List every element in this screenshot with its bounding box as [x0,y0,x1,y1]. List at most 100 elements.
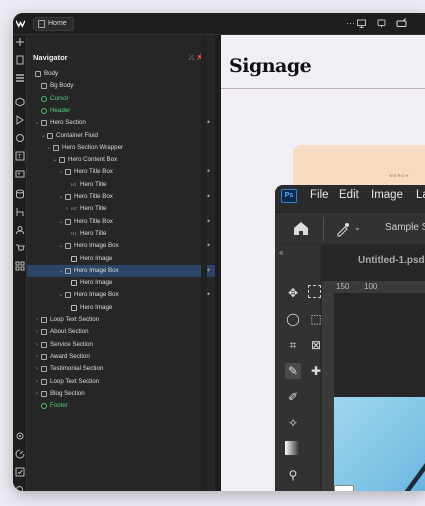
cms-icon[interactable] [15,189,25,199]
search-icon[interactable] [15,485,25,491]
navigator-row[interactable]: › Service Section [27,339,215,351]
assets-icon[interactable] [15,169,25,179]
div-block-icon [47,132,53,139]
chevron-down-icon[interactable]: ⌄ [46,142,52,154]
navigator-row[interactable]: › Testimonial Section [27,363,215,375]
photoshop-window-image: Ps File Edit Image Lay ⌄ Sample Siz « ✥ … [275,185,425,491]
mobile-landscape-icon[interactable] [396,18,407,29]
navigator-row[interactable]: ⌄ Hero Image Box ✦ [27,264,215,277]
apps-icon[interactable] [15,261,25,271]
chevron-right-icon[interactable]: › [34,314,40,326]
design-canvas[interactable]: Signage · MERCH · Ps File Edit Image Lay… [221,35,425,491]
chevron-down-icon[interactable]: ⌄ [52,154,58,166]
chevron-right-icon[interactable]: › [34,388,40,400]
navigator-row-label: Loop Text Section [50,316,100,323]
div-block-icon [41,378,47,385]
chevron-down-icon[interactable]: ⌄ [58,265,64,277]
checklist-icon[interactable] [15,467,25,477]
navigator-row[interactable]: ⌄ Hero Section ✦ [27,117,215,129]
navigator-icon[interactable] [15,73,25,83]
navigator-row[interactable]: ⌄ Hero Title Box ✦ [27,216,215,228]
navigator-row[interactable]: › Loop Text Section [27,314,215,326]
div-block-icon [41,390,47,397]
navigator-row[interactable]: Hero Image [27,302,215,314]
div-block-icon [41,366,47,373]
zoom-tool-icon: ⚲ [288,468,298,482]
navigator-row[interactable]: ⌄ Container Fluid [27,130,215,142]
ecommerce-icon[interactable] [15,243,25,253]
navigator-row[interactable]: ⌄ Hero Title Box ✦ [27,191,215,203]
navigator-scrollbar[interactable] [201,35,207,491]
desktop-icon[interactable] [356,18,367,29]
navigator-row[interactable]: › Award Section [27,351,215,363]
styles-icon[interactable] [15,133,25,143]
ps-menu-file: File [310,189,329,201]
logic-icon[interactable] [15,207,25,217]
chevron-down-icon[interactable]: ⌄ [58,191,64,203]
div-block-icon [65,194,71,200]
chevron-down-icon[interactable]: ⌄ [58,240,64,252]
navigator-row-label: Hero Title [80,205,107,213]
navigator-row[interactable]: Hero Image [27,277,215,289]
navigator-row[interactable]: ⌄ Hero Image Box ✦ [27,240,215,252]
div-block-icon [41,353,47,360]
components-icon[interactable] [15,97,25,107]
svg-text:T: T [18,155,22,161]
more-icon[interactable]: ⋯ [345,18,356,29]
chevron-down-icon[interactable]: ⌄ [34,117,40,129]
navigator-row[interactable]: ⌄ Hero Content Box [27,154,215,166]
chevron-down-icon[interactable]: ⌄ [58,166,64,178]
navigator-row[interactable]: H1 Hero Title [27,179,215,191]
page-selector[interactable]: Home [33,17,74,31]
users-icon[interactable] [15,225,25,235]
fonts-icon[interactable]: T [15,151,25,161]
heading-icon: H2 [71,206,77,212]
navigator-row-label: Service Section [50,340,93,348]
navigator-row[interactable]: Footer [27,400,215,412]
navigator-row[interactable]: ⌄ Hero Section Wrapper [27,142,215,154]
chevron-right-icon[interactable]: › [34,326,40,338]
navigator-row[interactable]: › About Section [27,326,215,338]
chevron-down-icon[interactable]: ⌄ [58,216,64,228]
navigator-row[interactable]: Bg Body [27,80,215,92]
chevron-down-icon[interactable]: ⌄ [40,130,46,142]
left-rail: T [13,35,27,491]
navigator-row[interactable]: H1 Hero Title [27,228,215,240]
variables-icon[interactable] [15,115,25,125]
pages-icon[interactable] [15,55,25,65]
add-icon[interactable] [15,37,25,47]
tablet-icon[interactable] [376,18,387,29]
navigator-row-label: Testimonial Section [50,365,104,373]
top-toolbar: Home ⋯ [13,13,425,35]
ps-menu-layer: Lay [416,189,425,201]
navigator-row[interactable]: Body [27,68,215,80]
ps-menu-edit: Edit [339,189,359,201]
navigator-row[interactable]: › Loop Text Section [27,376,215,388]
component-icon [41,403,47,410]
navigator-row-label: Hero Section Wrapper [62,143,124,151]
chevron-right-icon[interactable]: › [64,203,70,215]
ps-menubar: Ps File Edit Image Lay [275,185,425,207]
page-label: Home [48,20,67,27]
settings-icon[interactable] [15,431,25,441]
chevron-down-icon: ⌄ [354,223,361,232]
div-block-icon [65,218,71,225]
navigator-row[interactable]: Cursor [27,93,215,105]
webflow-logo-icon[interactable] [16,19,25,28]
chevron-right-icon[interactable]: › [34,363,40,375]
sample-size-label: Sample Siz [385,222,425,233]
navigator-row[interactable]: › H2 Hero Title [27,203,215,215]
audit-icon[interactable] [15,449,25,459]
move-tool-icon: ✥ [287,286,299,300]
navigator-row-label: Award Section [50,352,90,360]
chevron-right-icon[interactable]: › [34,351,40,363]
navigator-row[interactable]: Hero Image [27,253,215,265]
navigator-row[interactable]: Header [27,105,215,117]
navigator-row-label: Hero Image Box [74,291,119,299]
chevron-right-icon[interactable]: › [34,376,40,388]
chevron-right-icon[interactable]: › [34,339,40,351]
navigator-row[interactable]: ⌄ Hero Image Box ✦ [27,289,215,301]
navigator-row[interactable]: ⌄ Hero Title Box ✦ [27,166,215,178]
chevron-down-icon[interactable]: ⌄ [58,289,64,301]
navigator-row[interactable]: › Blog Section [27,388,215,400]
